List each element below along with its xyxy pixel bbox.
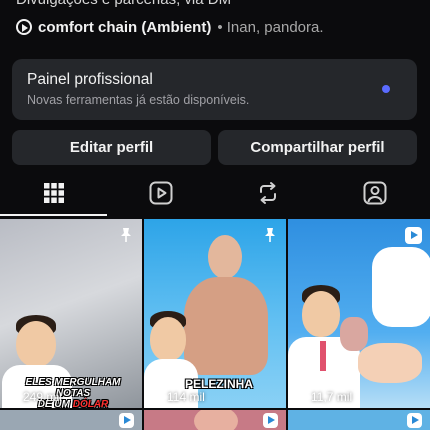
- notification-dot-icon: [382, 85, 390, 93]
- character-head: [150, 317, 186, 361]
- tab-tagged[interactable]: [321, 170, 428, 216]
- doctor-hand: [358, 343, 422, 383]
- view-count-text: 249 mil: [23, 390, 62, 404]
- character-hand: [340, 317, 368, 351]
- post-thumbnail-6[interactable]: [288, 410, 430, 430]
- play-count-icon: [154, 392, 162, 402]
- post-thumbnail-2[interactable]: PELEZINHA 114 mil: [144, 219, 286, 408]
- character-head: [302, 291, 340, 337]
- post-caption: PELEZINHA: [184, 377, 253, 391]
- repost-icon: [259, 182, 276, 204]
- character-torso: [184, 277, 268, 375]
- active-tab-indicator: [0, 214, 107, 216]
- view-count: 11,7 mil: [298, 390, 352, 404]
- music-artists: • Inan, pandora.: [217, 18, 324, 36]
- share-profile-button[interactable]: Compartilhar perfil: [218, 130, 417, 165]
- pin-icon: [262, 227, 278, 248]
- pro-panel-title: Painel profissional: [27, 71, 153, 88]
- profile-music[interactable]: comfort chain (Ambient) • Inan, pandora.: [16, 16, 324, 38]
- pin-icon: [118, 227, 134, 248]
- tab-reposts[interactable]: [214, 170, 321, 216]
- caption-accent: DÓLAR: [72, 399, 109, 408]
- view-count-text: 11,7 mil: [311, 390, 353, 404]
- professional-dashboard[interactable]: Painel profissional Novas ferramentas já…: [12, 59, 417, 120]
- tab-posts-grid[interactable]: [0, 170, 107, 216]
- post-thumbnail-4[interactable]: [0, 410, 142, 430]
- reel-icon: [119, 413, 134, 428]
- reel-icon: [405, 227, 422, 244]
- character-tie: [320, 341, 326, 371]
- character-head-bald: [208, 235, 242, 279]
- post-thumbnail-5[interactable]: [144, 410, 286, 430]
- edit-profile-button[interactable]: Editar perfil: [12, 130, 211, 165]
- tagged-person-icon: [363, 181, 386, 205]
- posts-grid: ELES MERGULHAM NOTAS DE UM DÓLAR 249 mil…: [0, 219, 430, 430]
- music-title: comfort chain (Ambient): [38, 18, 212, 36]
- reel-icon: [407, 413, 422, 428]
- tab-reels[interactable]: [107, 170, 214, 216]
- music-play-icon: [16, 19, 32, 35]
- play-count-icon: [10, 392, 18, 402]
- view-count-text: 114 mil: [167, 390, 205, 404]
- grid-icon: [43, 183, 64, 203]
- view-count: 114 mil: [154, 390, 205, 404]
- profile-tabs: [0, 170, 430, 216]
- play-count-icon: [298, 392, 306, 402]
- view-count: 249 mil: [10, 390, 62, 404]
- character-head: [16, 321, 56, 367]
- pro-panel-subtitle: Novas ferramentas já estão disponíveis.: [27, 93, 250, 107]
- reel-icon: [263, 413, 278, 428]
- face-closeup: [194, 410, 238, 430]
- post-thumbnail-3[interactable]: 11,7 mil: [288, 219, 430, 408]
- doctor-sleeve: [372, 247, 430, 327]
- reels-icon: [149, 181, 172, 205]
- post-thumbnail-1[interactable]: ELES MERGULHAM NOTAS DE UM DÓLAR 249 mil: [0, 219, 142, 408]
- profile-bio-clipped: Divulgações e parcerias, via DM: [16, 0, 231, 8]
